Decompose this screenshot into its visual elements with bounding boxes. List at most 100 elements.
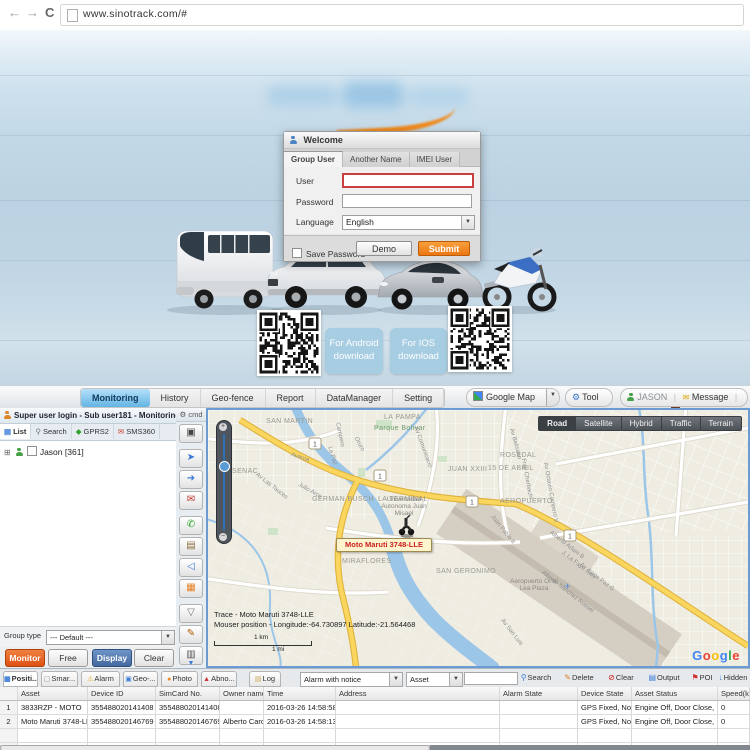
expander-icon[interactable]: ⊞ xyxy=(4,448,11,457)
back-icon[interactable]: ← xyxy=(8,5,21,20)
sidebar-tab-sms360[interactable]: ✉SMS360 xyxy=(114,424,160,439)
tab-geo-fence[interactable]: Geo-fence xyxy=(201,389,266,407)
monitor-button[interactable]: Monitor xyxy=(5,649,45,667)
ios-download-button[interactable]: For IOS download xyxy=(390,328,447,374)
zoom-out-button[interactable]: − xyxy=(219,533,227,541)
map-type-terrain[interactable]: Terrain xyxy=(701,416,742,431)
search-button[interactable]: ⚲Search xyxy=(516,671,556,685)
filter-input[interactable] xyxy=(464,672,518,685)
table-row[interactable]: 2Moto Maruti 3748-LL35548802014676935548… xyxy=(0,715,750,729)
chevron-down-icon[interactable]: ▼ xyxy=(449,673,462,686)
col-header-asset[interactable]: Asset xyxy=(18,687,88,700)
alarm-with-notice-select[interactable]: Alarm with notice ▼ xyxy=(300,672,403,687)
bottom-tab-smar[interactable]: ▢Smar... xyxy=(41,671,78,687)
col-header-device-state[interactable]: Device State xyxy=(578,687,632,700)
col-header-time[interactable]: Time xyxy=(264,687,336,700)
demo-button[interactable]: Demo xyxy=(356,241,412,256)
bottom-tab-abno[interactable]: ▲Abno... xyxy=(201,671,237,687)
bottom-tab-geo[interactable]: ▣Geo-... xyxy=(123,671,158,687)
col-header-device-id[interactable]: Device ID xyxy=(88,687,156,700)
login-tab-another-name[interactable]: Another Name xyxy=(343,152,410,168)
delete-button[interactable]: ✎Delete xyxy=(558,671,600,685)
hidden-button[interactable]: ↓Hidden xyxy=(716,671,750,685)
login-tab-imei-user[interactable]: IMEI User xyxy=(410,152,461,168)
address-bar[interactable]: www.sinotrack.com/# xyxy=(60,4,744,26)
free-button[interactable]: Free xyxy=(48,649,88,667)
map-type-satellite[interactable]: Satellite xyxy=(576,416,621,431)
bottom-tab-log[interactable]: ▤Log xyxy=(249,671,281,687)
sidebar-tab-list[interactable]: ▤List xyxy=(0,424,31,439)
output-icon: ▤ xyxy=(648,673,656,682)
cmd-apps-icon[interactable]: ▦ xyxy=(179,579,203,598)
tab-setting[interactable]: Setting xyxy=(393,389,444,407)
forward-icon[interactable]: → xyxy=(26,5,39,20)
display-button[interactable]: Display xyxy=(92,649,132,667)
android-download-button[interactable]: For Android download xyxy=(325,328,383,374)
cmd-send-icon[interactable]: ➜ xyxy=(179,470,203,489)
tab-datamanager[interactable]: DataManager xyxy=(316,389,394,407)
cmd-simcard-icon[interactable]: ▤ xyxy=(179,537,203,556)
table-row[interactable]: 13833RZP - MOTO3554880201414083554880201… xyxy=(0,701,750,715)
cmd-filter-icon[interactable]: ▽ xyxy=(179,604,203,623)
clear-button[interactable]: Clear xyxy=(134,649,174,667)
tab-monitoring[interactable]: Monitoring xyxy=(81,389,150,407)
bottom-tab-positi[interactable]: ▦Positi... xyxy=(3,671,38,687)
col-header-address[interactable]: Address xyxy=(336,687,500,700)
google-logo[interactable]: Google xyxy=(692,648,740,663)
col-header-simcard-no[interactable]: SimCard No. xyxy=(156,687,220,700)
cmd-call-icon[interactable]: ✆ xyxy=(179,516,203,535)
cmd-report-icon[interactable]: ✉ xyxy=(179,491,203,510)
col-header-owner-name[interactable]: Owner name xyxy=(220,687,264,700)
cmd-more-icon[interactable]: ▼ xyxy=(176,660,206,667)
chevron-down-icon[interactable]: ▼ xyxy=(389,673,402,686)
cell: Alberto Caro xyxy=(220,715,264,728)
map-provider-select[interactable]: Google Map ▼ xyxy=(466,388,560,407)
zoom-in-button[interactable]: + xyxy=(219,423,227,431)
password-input[interactable] xyxy=(342,194,472,208)
col-header-asset-status[interactable]: Asset Status xyxy=(632,687,718,700)
google-letter: e xyxy=(732,648,740,663)
message-button[interactable]: Message xyxy=(692,392,729,402)
zoom-slider[interactable]: + − xyxy=(216,420,232,544)
chevron-down-icon[interactable]: ▼ xyxy=(546,389,559,406)
cell-empty xyxy=(0,729,18,742)
reload-icon[interactable]: C xyxy=(45,5,54,20)
sidebar-tab-search[interactable]: ⚲Search xyxy=(31,424,71,439)
cmd-track-icon[interactable]: ➤ xyxy=(179,449,203,468)
tree-checkbox[interactable] xyxy=(27,446,37,456)
login-tab-group-user[interactable]: Group User xyxy=(284,151,343,168)
language-select[interactable]: English ▼ xyxy=(342,215,475,230)
cmd-back-icon[interactable]: ◁ xyxy=(179,558,203,577)
chevron-down-icon[interactable]: ▼ xyxy=(161,631,174,644)
tab-report[interactable]: Report xyxy=(266,389,316,407)
bottom-tab-photo[interactable]: ●Photo xyxy=(161,671,198,687)
cmd-console-icon[interactable]: ▣ xyxy=(179,424,203,443)
tool-button[interactable]: ⚙Tool xyxy=(565,388,613,407)
report-icon: ✉ xyxy=(187,494,195,505)
save-password-checkbox[interactable] xyxy=(292,248,302,258)
asset-select[interactable]: Asset ▼ xyxy=(406,672,463,687)
clear-button[interactable]: ⊘Clear xyxy=(602,671,640,685)
tree-item-jason[interactable]: ⊞ Jason [361] xyxy=(4,446,84,457)
map-type-traffic[interactable]: Traffic xyxy=(662,416,701,431)
submit-button[interactable]: Submit xyxy=(418,241,470,256)
tab-history[interactable]: History xyxy=(150,389,201,407)
output-button[interactable]: ▤Output xyxy=(642,671,686,685)
user-input[interactable] xyxy=(342,173,474,188)
horizontal-scrollbar[interactable] xyxy=(0,745,750,750)
map-type-hybrid[interactable]: Hybrid xyxy=(622,416,662,431)
map-type-road[interactable]: Road xyxy=(538,416,576,431)
cmd-edit-icon[interactable]: ✎ xyxy=(179,625,203,644)
col-header-alarm-state[interactable]: Alarm State xyxy=(500,687,578,700)
scrollbar-thumb[interactable] xyxy=(0,745,430,750)
chevron-down-icon[interactable]: ▼ xyxy=(461,216,474,229)
poi-button[interactable]: ⚑POI xyxy=(688,671,716,685)
marker-label[interactable]: Moto Maruti 3748-LLE xyxy=(336,538,432,552)
group-type-select[interactable]: --- Default --- ▼ xyxy=(46,630,175,645)
zoom-handle[interactable] xyxy=(219,461,230,472)
bottom-tab-alarm[interactable]: ⚠Alarm xyxy=(81,671,120,687)
col-header-item[interactable] xyxy=(0,687,18,700)
cell: 0 xyxy=(718,715,750,728)
col-header-speed-km-h[interactable]: Speed(km/h) xyxy=(718,687,750,700)
sidebar-tab-gprs2[interactable]: ◆GPRS2 xyxy=(72,424,114,439)
